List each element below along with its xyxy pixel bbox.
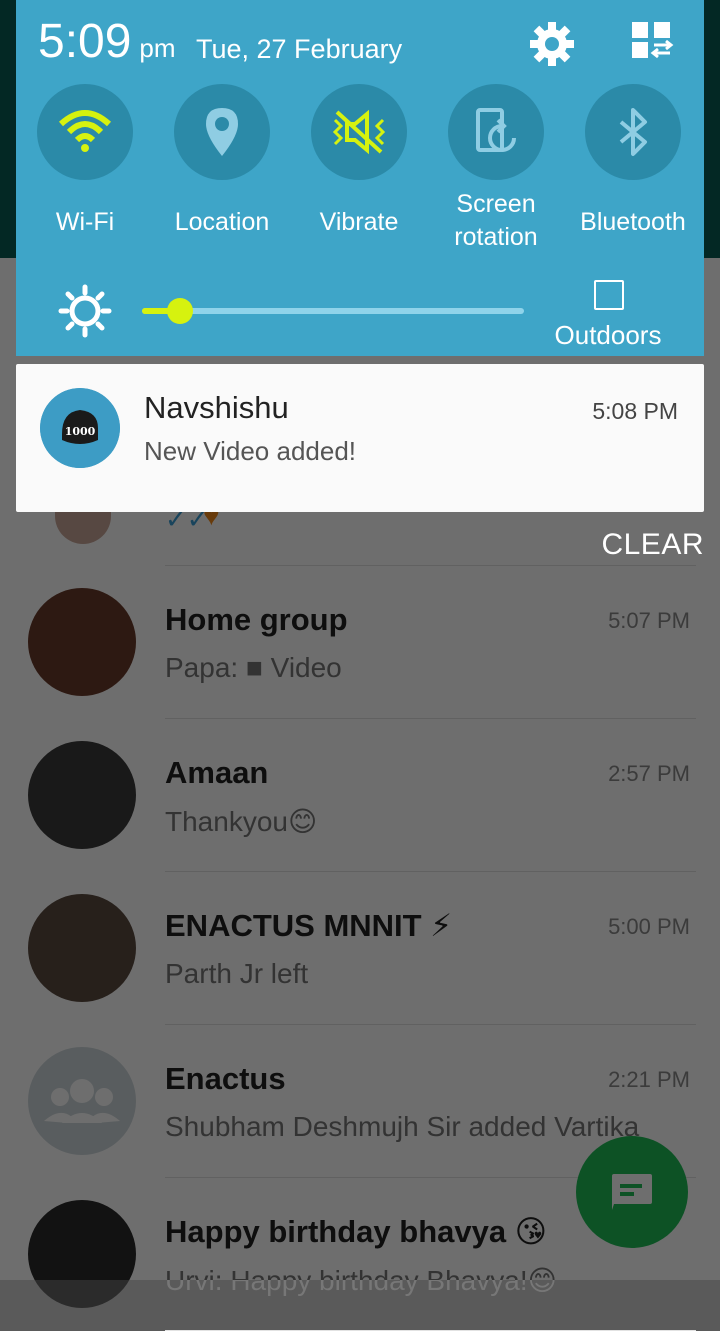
qs-wifi[interactable]: Wi-Fi	[20, 84, 150, 239]
qs-label: Bluetooth	[580, 208, 686, 236]
outdoors-label: Outdoors	[554, 320, 662, 350]
chat-last-message: Thankyou😊	[165, 806, 318, 837]
notification-text: New Video added!	[144, 436, 357, 466]
screen-rotation-icon	[448, 84, 544, 180]
date: Tue, 27 February	[196, 34, 403, 64]
outdoors-checkbox[interactable]	[594, 280, 624, 310]
wifi-icon	[37, 84, 133, 180]
slider-thumb[interactable]	[167, 298, 194, 324]
group-icon	[44, 1079, 120, 1123]
chat-time: 5:00 PM	[608, 914, 690, 939]
avatar	[28, 588, 136, 696]
location-icon	[174, 84, 270, 180]
app-logo: 1000	[40, 388, 120, 468]
new-chat-button[interactable]	[576, 1136, 688, 1248]
brightness-slider[interactable]	[142, 298, 524, 324]
chat-row[interactable]: Amaan Thankyou😊 2:57 PM	[0, 719, 720, 872]
notification-app-name: Navshishu	[144, 390, 289, 425]
vibrate-icon	[311, 84, 407, 180]
qs-location[interactable]: Location	[157, 84, 287, 239]
chat-time: 2:21 PM	[608, 1067, 690, 1092]
chat-last-message: Shubham Deshmujh Sir added Vartika	[165, 1111, 640, 1142]
avatar	[28, 1200, 136, 1308]
bluetooth-icon	[585, 84, 681, 180]
chat-last-message: Papa: ■ Video	[165, 652, 342, 683]
clock: 5:09 pm	[38, 15, 176, 68]
qs-vibrate[interactable]: Vibrate	[294, 84, 424, 239]
notification-time: 5:08 PM	[592, 398, 678, 424]
clear-button[interactable]: CLEAR	[601, 528, 704, 562]
chat-row[interactable]: Home group Papa: ■ Video 5:07 PM	[0, 566, 720, 719]
chat-name: ENACTUS MNNIT ⚡	[165, 908, 452, 943]
chat-name: Enactus	[165, 1061, 286, 1096]
chat-time: 2:57 PM	[608, 761, 690, 786]
qs-label: Wi-Fi	[55, 208, 115, 236]
qs-label: Screen rotation	[454, 190, 538, 251]
avatar	[28, 1047, 136, 1155]
chat-time: 5:07 PM	[608, 608, 690, 633]
avatar	[28, 894, 136, 1002]
qs-bluetooth[interactable]: Bluetooth	[568, 84, 698, 239]
qs-label: Vibrate	[319, 208, 399, 236]
message-icon	[612, 1174, 652, 1210]
avatar	[28, 741, 136, 849]
chat-last-message: Urvi: Happy birthday Bhavya!😊	[165, 1265, 557, 1296]
chat-name: Home group	[165, 602, 348, 637]
notification-shade: 5:09 pm Tue, 27 February Wi-Fi Location Vib…	[16, 0, 704, 356]
chat-name: Amaan	[165, 755, 269, 790]
chat-row[interactable]: ENACTUS MNNIT ⚡ Parth Jr left 5:00 PM	[0, 872, 720, 1025]
brightness-icon	[58, 284, 112, 338]
qs-screen-rotation[interactable]: Screen rotation	[431, 84, 561, 254]
qs-label: Location	[174, 208, 270, 236]
chat-name: Happy birthday bhavya 😘	[165, 1214, 548, 1249]
chat-last-message: Parth Jr left	[165, 958, 309, 989]
edit-tiles-icon[interactable]	[630, 20, 674, 60]
logo-badge: 1000	[40, 388, 120, 468]
notification-card[interactable]: 1000 Navshishu 5:08 PM New Video added!	[16, 364, 704, 512]
gear-icon[interactable]	[528, 20, 576, 68]
svg-text:1000: 1000	[65, 425, 96, 438]
